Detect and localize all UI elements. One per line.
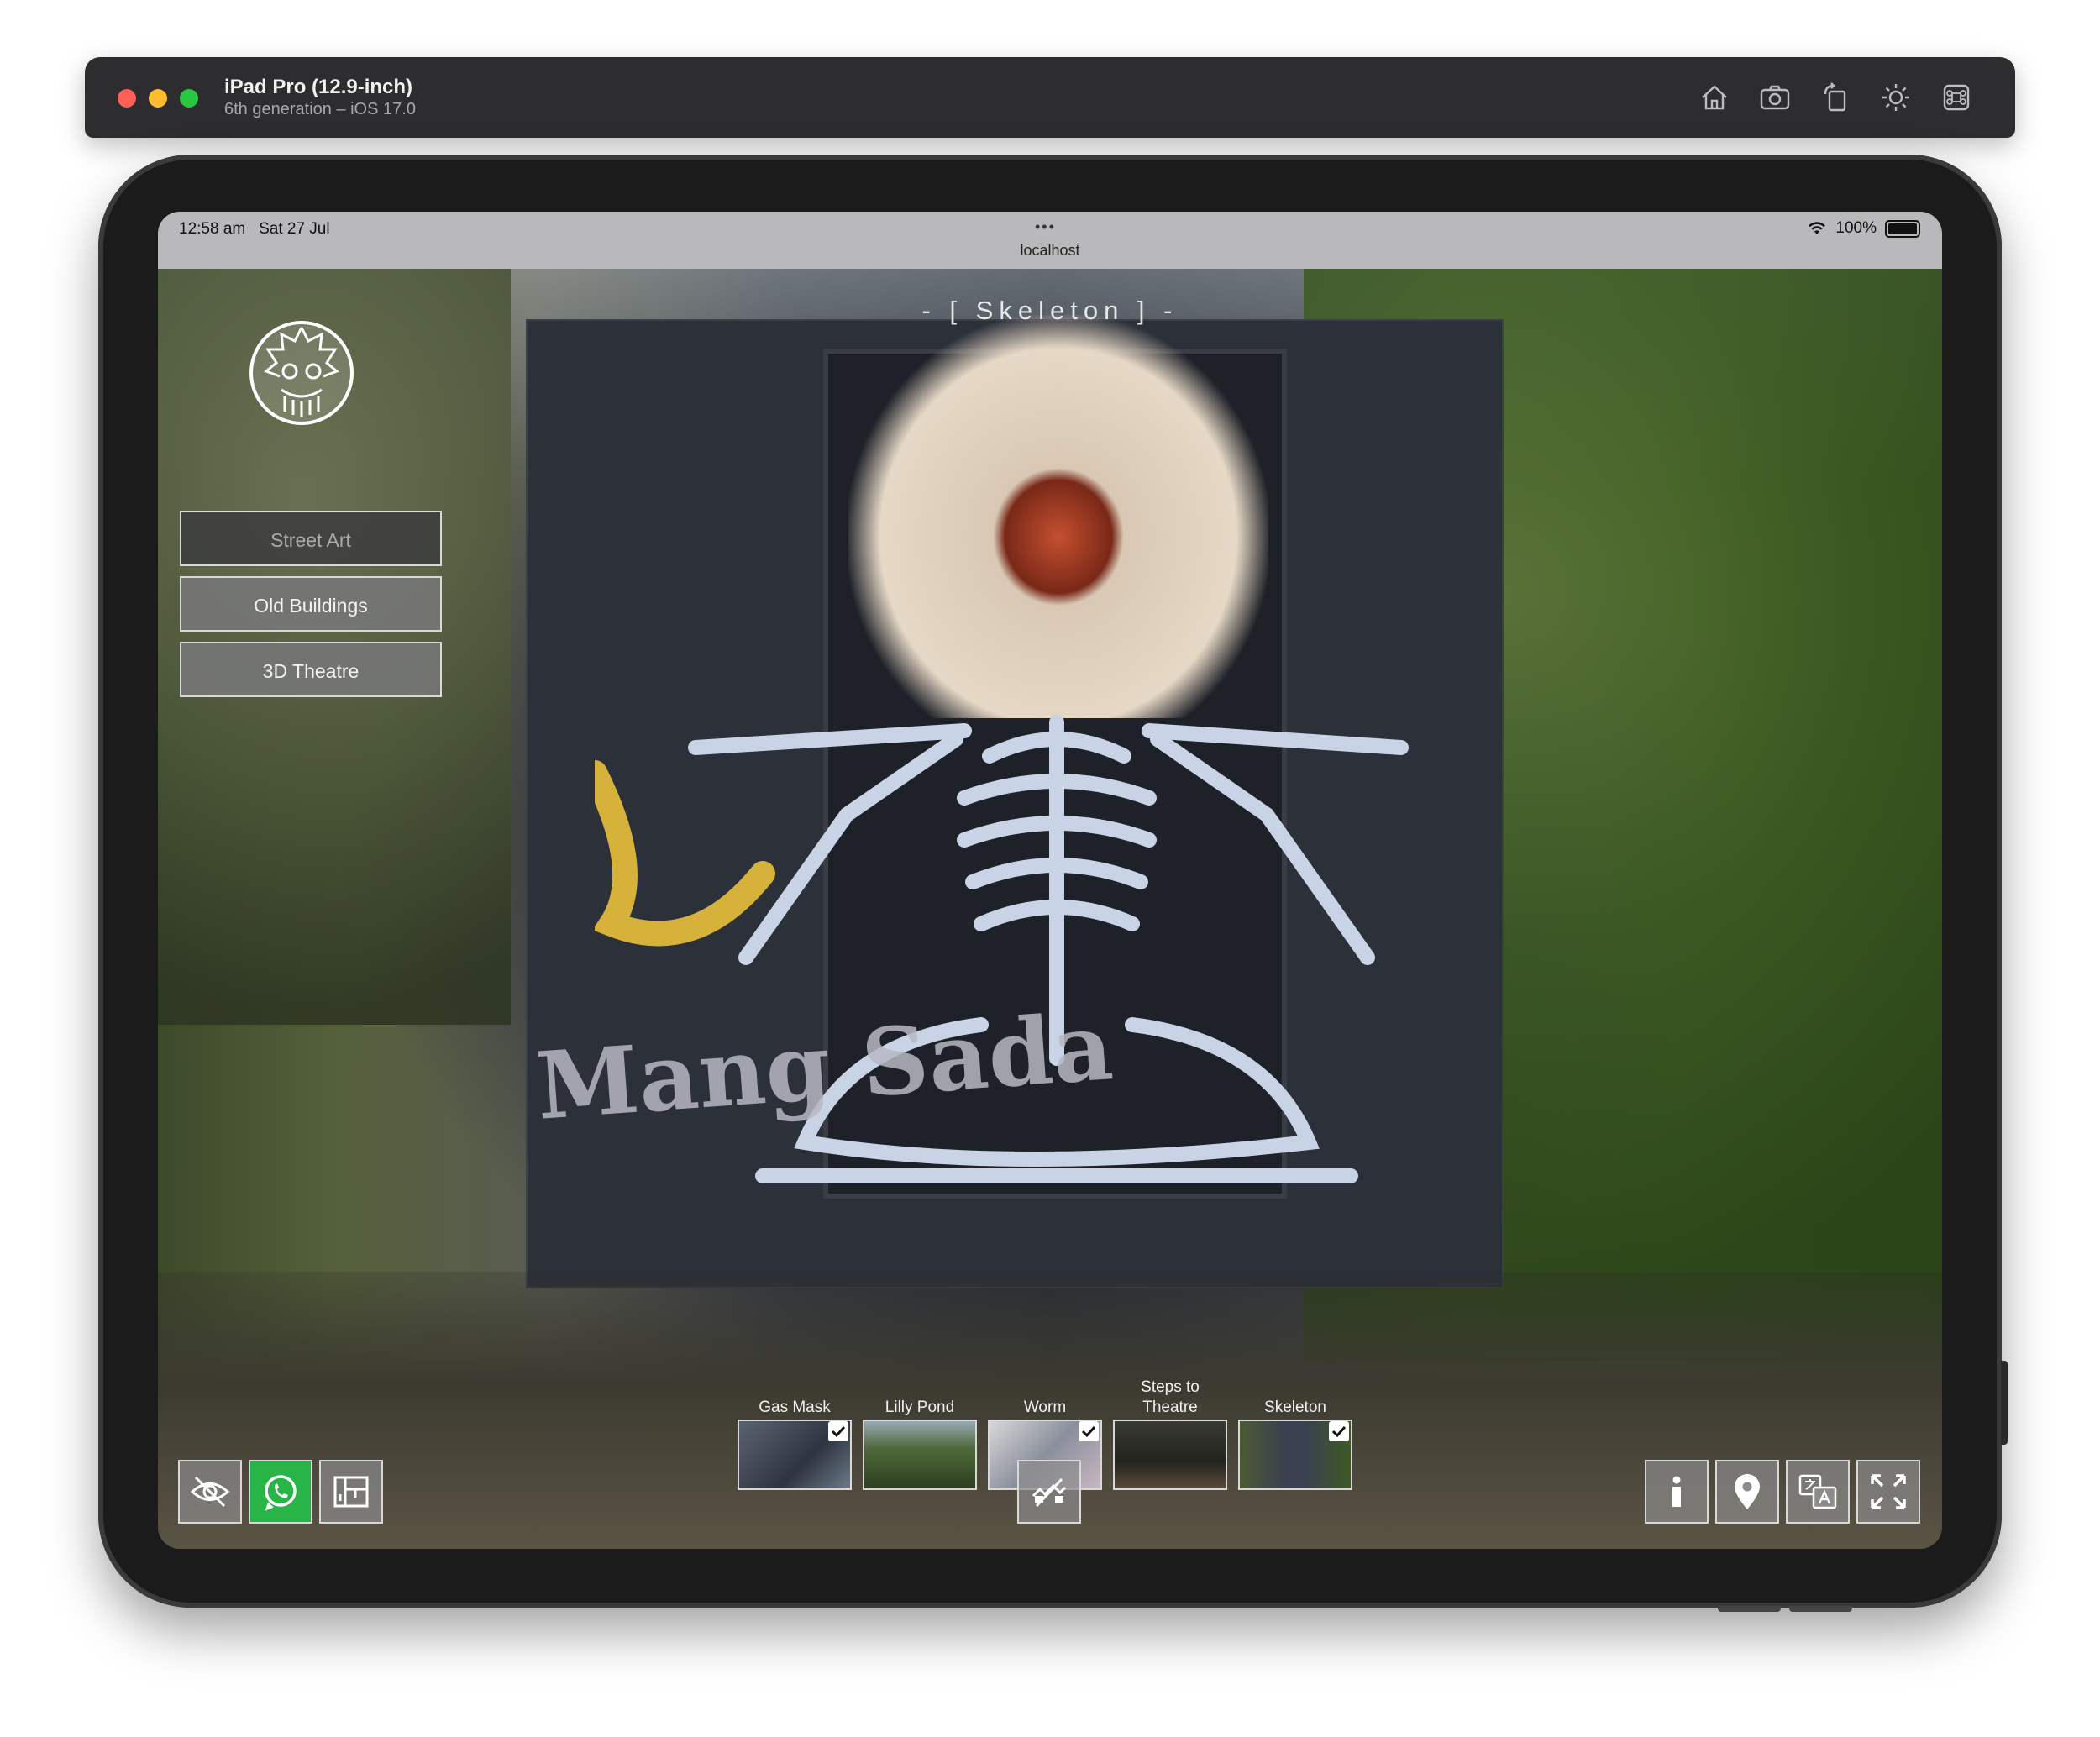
wifi-icon [1809, 222, 1826, 234]
skeleton-mural [595, 715, 1409, 1183]
thumbnail-label: Skeleton [1264, 1399, 1326, 1416]
minimize-window-button[interactable] [149, 89, 167, 108]
rotate-icon[interactable] [1819, 81, 1852, 114]
visited-check-icon [1329, 1421, 1349, 1441]
floorplan-button[interactable] [319, 1460, 383, 1524]
home-icon[interactable] [1698, 81, 1731, 114]
whatsapp-button[interactable] [249, 1460, 312, 1524]
whatsapp-icon [265, 1475, 297, 1511]
command-icon[interactable] [1940, 81, 1973, 114]
info-icon [1672, 1476, 1681, 1507]
menu-3d-theatre[interactable]: 3D Theatre [180, 642, 442, 697]
side-button [2001, 1361, 2008, 1445]
thumbnail-label: Lilly Pond [885, 1399, 955, 1416]
url-label[interactable]: localhost [158, 242, 1942, 260]
close-window-button[interactable] [118, 89, 136, 108]
gyroscope-toggle-button[interactable] [1017, 1460, 1081, 1524]
multitasking-dots[interactable]: ••• [1035, 218, 1056, 236]
menu-old-buildings[interactable]: Old Buildings [180, 576, 442, 632]
thumbnail-label: Worm [1023, 1399, 1067, 1416]
translate-button[interactable] [1786, 1460, 1850, 1524]
battery-icon [1885, 219, 1920, 238]
zoom-window-button[interactable] [180, 89, 198, 108]
device-subtitle: 6th generation – iOS 17.0 [224, 100, 416, 118]
volume-button [1789, 1606, 1852, 1612]
thumbnail-label: Gas Mask [759, 1399, 831, 1416]
barong-logo-icon[interactable] [248, 319, 355, 427]
location-button[interactable] [1715, 1460, 1779, 1524]
barong-mask-carving [848, 315, 1268, 718]
thumbnail-image [863, 1420, 977, 1490]
fullscreen-icon [1871, 1474, 1906, 1509]
status-indicators: 100% [1807, 219, 1920, 238]
info-button[interactable] [1645, 1460, 1709, 1524]
visited-check-icon [828, 1421, 848, 1441]
device-name: iPad Pro (12.9-inch) [224, 76, 413, 98]
location-pin-icon [1735, 1474, 1760, 1509]
hide-icon [190, 1476, 230, 1508]
status-time: 12:58 am Sat 27 Jul [179, 220, 330, 238]
visited-check-icon [1079, 1421, 1099, 1441]
status-bar: 12:58 am Sat 27 Jul ••• localhost 100% [158, 212, 1942, 269]
screenshot-icon[interactable] [1758, 81, 1792, 114]
translate-icon [1798, 1474, 1837, 1509]
thumbnail-label: Steps to Theatre [1141, 1378, 1200, 1416]
battery-percent: 100% [1835, 219, 1877, 237]
ipad-screen: 12:58 am Sat 27 Jul ••• localhost 100% M… [158, 212, 1942, 1549]
volume-button [1718, 1606, 1781, 1612]
gyro-off-icon [1032, 1477, 1067, 1508]
panorama-view[interactable]: Mang Sada - [ Skeleton ] - Street Art Ol… [158, 269, 1942, 1549]
menu-street-art[interactable]: Street Art [180, 511, 442, 566]
floorplan-icon [333, 1476, 369, 1508]
simulator-title-bar: iPad Pro (12.9-inch) 6th generation – iO… [85, 57, 2015, 138]
appearance-icon[interactable] [1879, 81, 1913, 114]
hide-hotspots-button[interactable] [178, 1460, 242, 1524]
thumbnail-image [1113, 1420, 1227, 1490]
fullscreen-button[interactable] [1856, 1460, 1920, 1524]
scene-title: - [ Skeleton ] - [921, 296, 1179, 325]
